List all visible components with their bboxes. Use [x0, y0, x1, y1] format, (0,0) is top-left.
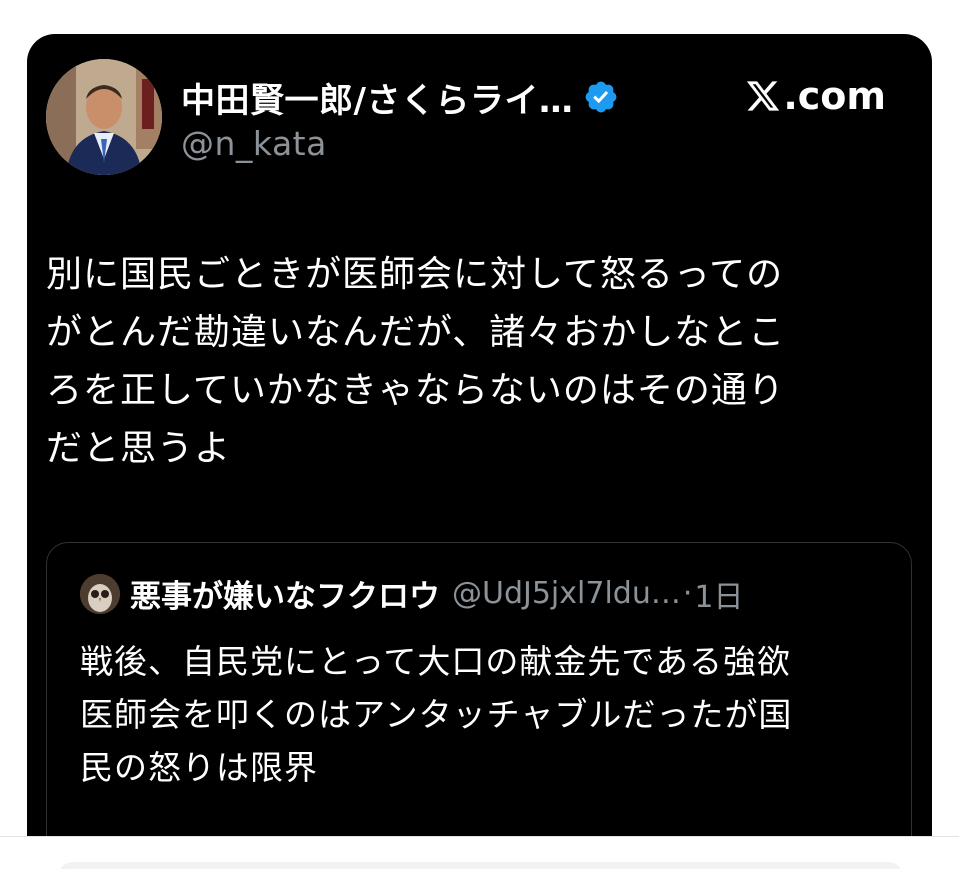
- tweet-line: がとんだ勘違いなんだが、諸々おかしなとこ: [46, 312, 786, 353]
- quote-line: 戦後、自民党にとって大口の献金先である強欲: [80, 642, 792, 681]
- verified-badge-icon: [583, 79, 619, 115]
- author-display-name[interactable]: 中田賢一郎/さくらライ…: [181, 73, 573, 122]
- x-brand-link[interactable]: .com: [745, 74, 886, 118]
- tweet-line: ろを正していかなきゃならないのはその通り: [46, 370, 785, 411]
- owl-avatar-image: [80, 573, 120, 614]
- brand-label: .com: [783, 74, 886, 118]
- quote-line: 医師会を叩くのはアンタッチャブルだったが国: [80, 695, 793, 734]
- quoted-author-name[interactable]: 悪事が嫌いなフクロウ: [130, 571, 440, 616]
- author-avatar[interactable]: [46, 59, 162, 175]
- meta-separator: ·: [682, 576, 693, 611]
- quoted-author-avatar[interactable]: [80, 573, 120, 614]
- quoted-tweet[interactable]: 悪事が嫌いなフクロウ @UdJ5jxl7ldu… · 1日 戦後、自民党にとって…: [46, 542, 912, 869]
- tweet-line: 別に国民ごときが医師会に対して怒るっての: [46, 254, 784, 295]
- author-handle[interactable]: @n_kata: [181, 124, 327, 163]
- x-logo-icon: [745, 78, 781, 114]
- tweet-line: だと思うよ: [46, 428, 232, 469]
- quoted-author-handle[interactable]: @UdJ5jxl7ldu…: [452, 576, 681, 611]
- bottom-input-pill[interactable]: [58, 862, 903, 869]
- tweet-card[interactable]: 中田賢一郎/さくらライ… @n_kata .com 別に国民ごときが医師会に対し…: [27, 34, 932, 869]
- quoted-tweet-time[interactable]: 1日: [694, 572, 743, 616]
- screenshot-page: 中田賢一郎/さくらライ… @n_kata .com 別に国民ごときが医師会に対し…: [0, 0, 959, 869]
- author-name-row[interactable]: 中田賢一郎/さくらライ…: [181, 72, 619, 122]
- quoted-tweet-header: 悪事が嫌いなフクロウ @UdJ5jxl7ldu… · 1日: [80, 571, 743, 616]
- author-avatar-image: [46, 59, 162, 175]
- tweet-text: 別に国民ごときが医師会に対して怒るっての がとんだ勘違いなんだが、諸々おかしなと…: [46, 246, 906, 478]
- quoted-tweet-text: 戦後、自民党にとって大口の献金先である強欲 医師会を叩くのはアンタッチャブルだっ…: [80, 635, 880, 794]
- quote-line: 民の怒りは限界: [80, 748, 318, 787]
